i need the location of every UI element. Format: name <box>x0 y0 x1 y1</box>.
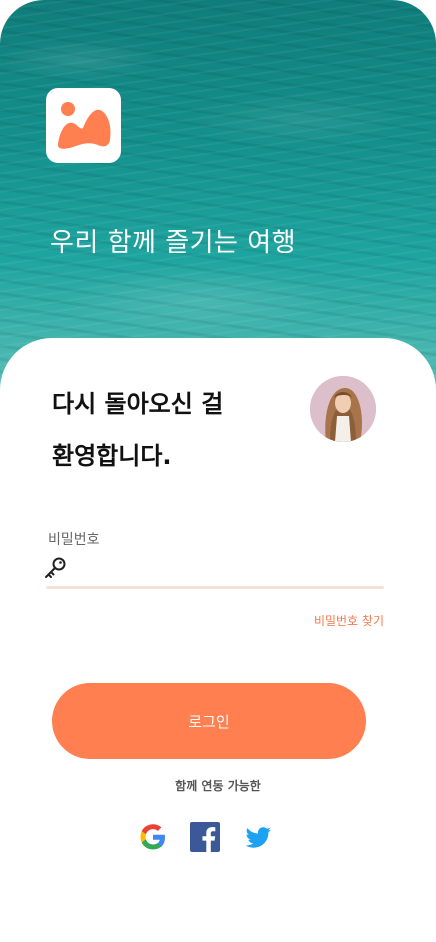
google-icon[interactable] <box>138 822 168 852</box>
password-input[interactable] <box>72 556 382 582</box>
facebook-icon[interactable] <box>190 822 220 852</box>
login-button[interactable]: 로그인 <box>52 683 366 759</box>
welcome-line-1: 다시 돌아오신 걸 <box>52 390 224 418</box>
avatar[interactable] <box>310 376 376 442</box>
forgot-password-link[interactable]: 비밀번호 찾기 <box>314 612 384 629</box>
key-icon <box>45 557 66 578</box>
mountain-photo-icon <box>57 102 111 149</box>
user-avatar-icon <box>310 376 376 442</box>
hero-tagline: 우리 함께 즐기는 여행 <box>50 228 297 258</box>
password-label: 비밀번호 <box>48 532 100 548</box>
social-caption: 함께 연동 가능한 <box>175 779 261 793</box>
welcome-heading: 다시 돌아오신 걸 환영합니다. <box>52 378 302 482</box>
twitter-icon[interactable] <box>243 822 273 852</box>
app-logo <box>46 88 121 163</box>
login-screen: 우리 함께 즐기는 여행 다시 돌아오신 걸 환영합니다. 비밀번호 비밀번호 … <box>0 0 436 942</box>
welcome-line-2: 환영합니다. <box>52 442 172 470</box>
password-underline <box>46 586 384 589</box>
